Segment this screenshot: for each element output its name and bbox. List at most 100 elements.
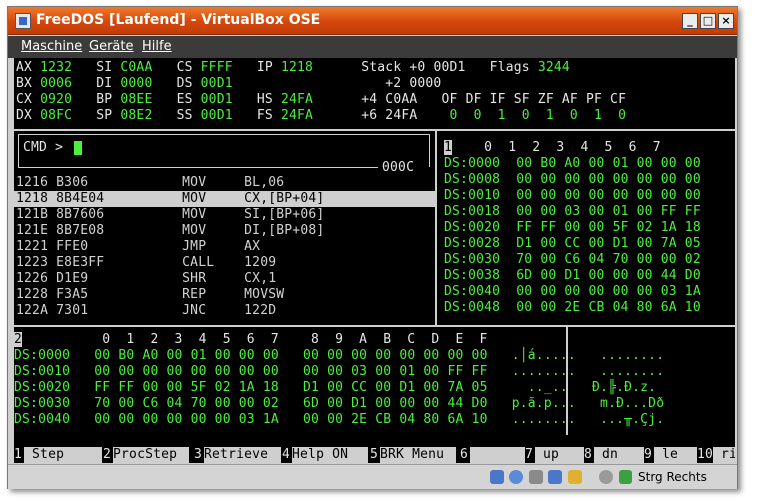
dump-address: DS:0020 [14,380,71,395]
disasm-args: BL,06 [244,175,285,190]
disasm-row[interactable]: 121B 8B7606 MOV SI,[BP+06] [16,207,324,223]
network-icon[interactable] [548,470,562,484]
fkey-8-button[interactable]: dn [594,447,644,463]
dump1-row[interactable]: DS:0030 70 00 C6 04 70 00 00 02 [444,252,701,268]
register-fv: 3244 [537,60,570,75]
dump-ascii-lo: .._.. [503,380,568,395]
maximize-icon[interactable]: □ [700,13,716,29]
fkey-7-button[interactable]: up [535,447,585,463]
disasm-args: SI,[BP+06] [244,207,325,222]
register-m1: SP [72,108,121,123]
vm-display[interactable]: AX 1232 SI C0AA CS FFFF IP 1218 Stack +0… [14,58,735,463]
fkey-4-button[interactable]: Help ON [292,447,368,463]
register-stk: +4 C0AA [313,92,418,107]
dump1-row[interactable]: DS:0028 D1 00 CC 00 D1 00 7A 05 [444,236,701,252]
dump-bytes-lo: 70 00 C6 04 70 00 00 02 [94,396,279,411]
fkey-5-button[interactable]: BRK Menu [380,447,456,463]
dump-ascii-lo: p.ã.p... [503,396,576,411]
register-v1: 08E2 [120,108,153,123]
dump-address: DS:0008 [444,172,501,187]
dump-ascii-lo: .│á..... [503,348,576,363]
dump-ascii-hi: m.Ð...Dð [575,396,665,411]
minimize-icon[interactable]: _ [682,13,698,29]
hard-disk-icon[interactable] [490,470,504,484]
dump-bytes-hi: 00 00 03 00 01 00 FF FF [303,364,488,379]
register-m1: DI [72,76,121,91]
dump-column-header: 0 1 2 3 4 5 6 7 [452,140,661,155]
disasm-bytes: D1E9 [56,271,89,286]
disasm-row[interactable]: 1218 8B4E04 MOV CX,[BP+04] [16,191,324,207]
dump1-row[interactable]: DS:0008 00 00 00 00 00 00 00 00 [444,172,701,188]
floppy-icon[interactable] [529,470,543,484]
dump2-row[interactable]: DS:0000 00 B0 A0 00 01 00 00 00 00 00 00… [14,348,664,364]
menu-maschine[interactable]: Maschine [21,39,82,54]
register-pre: BX [16,76,41,91]
dump2-row[interactable]: DS:0010 00 00 00 00 00 00 00 00 00 00 03… [14,364,664,380]
shared-folder-icon[interactable] [568,470,582,484]
disasm-address: 1226 [16,271,49,286]
disasm-row[interactable]: 1223 E8E3FF CALL 1209 [16,255,276,271]
register-val: 1232 [40,60,73,75]
register-stk: Stack +0 00D1 [313,60,466,75]
register-row: AX 1232 SI C0AA CS FFFF IP 1218 Stack +0… [16,60,570,76]
dump-address: DS:0048 [444,300,501,315]
virtualbox-window: FreeDOS [Laufend] - VirtualBox OSE _ □ ×… [7,6,738,489]
dump1-header: 1 0 1 2 3 4 5 6 7 [444,140,661,156]
dump-bytes: 00 00 00 00 00 00 03 1A [516,284,701,299]
fkey-9-button[interactable]: le [654,447,700,463]
disasm-opcode: REP [182,287,207,302]
disasm-row[interactable]: 121E 8B7E08 MOV DI,[BP+08] [16,223,324,239]
fkey-2-button[interactable]: ProcStep [113,447,189,463]
dump-ascii-hi: ........ [575,348,665,363]
fkey-3-button[interactable]: Retrieve [204,447,281,463]
register-v3: 1218 [280,60,314,75]
dump-bytes-lo: 00 B0 A0 00 01 00 00 00 [94,348,279,363]
register-fl: OF DF IF SF ZF AF PF CF [417,92,627,107]
disasm-bytes: B306 [56,175,89,190]
dump1-row[interactable]: DS:0010 00 00 00 00 00 00 00 00 [444,188,701,204]
dump1-row[interactable]: DS:0048 00 00 2E CB 04 80 6A 10 [444,300,701,316]
dump1-row[interactable]: DS:0038 6D 00 D1 00 00 00 44 D0 [444,268,701,284]
title-bar[interactable]: FreeDOS [Laufend] - VirtualBox OSE _ □ × [8,7,737,35]
dump2-row[interactable]: DS:0020 FF FF 00 00 5F 02 1A 18 D1 00 CC… [14,380,656,396]
dump-ascii-lo: ........ [503,364,576,379]
disasm-bytes: FFE0 [56,239,89,254]
register-m2: CS [152,60,201,75]
close-icon[interactable]: × [718,13,734,29]
dump-bytes: 00 00 00 00 00 00 00 00 [516,172,701,187]
dump-address: DS:0028 [444,236,501,251]
dump-address: DS:0000 [14,348,71,363]
fkey-1-button[interactable]: Step [24,447,102,463]
dump-window-number: 1 [444,140,453,155]
cd-icon[interactable] [509,470,523,484]
dump2-header: 2 0 1 2 3 4 5 6 7 8 9 A B C D E F [14,332,488,348]
disasm-args: AX [244,239,261,254]
disasm-row[interactable]: 1221 FFE0 JMP AX [16,239,260,255]
dump1-row[interactable]: DS:0018 00 00 03 00 01 00 FF FF [444,204,701,220]
dump-bytes-hi: 00 00 00 00 00 00 00 00 [303,348,488,363]
disasm-opcode: JNC [182,303,207,318]
menu-geraete[interactable]: Geräte [89,39,133,54]
mouse-integration-icon[interactable] [599,470,613,484]
disasm-row[interactable]: 122A 7301 JNC 122D [16,303,276,319]
disasm-row[interactable]: 1226 D1E9 SHR CX,1 [16,271,276,287]
dump2-row[interactable]: DS:0030 70 00 C6 04 70 00 00 02 6D 00 D1… [14,396,664,412]
fkey-10-button[interactable]: ri [713,447,735,463]
dump-bytes: 6D 00 D1 00 00 00 44 D0 [516,268,701,283]
disasm-bytes: E8E3FF [56,255,105,270]
dump-ascii-hi: Ð.╠.Ð.z. [567,380,657,395]
disasm-address: 1221 [16,239,49,254]
dump-bytes-hi: 00 00 2E CB 04 80 6A 10 [303,412,488,427]
dump2-row[interactable]: DS:0040 00 00 00 00 00 00 03 1A 00 00 2E… [14,412,664,428]
fkey-6-button[interactable] [470,447,530,463]
dump1-row[interactable]: DS:0000 00 B0 A0 00 01 00 00 00 [444,156,701,172]
window-title: FreeDOS [Laufend] - VirtualBox OSE [36,12,321,28]
disasm-row[interactable]: 1228 F3A5 REP MOVSW [16,287,284,303]
register-v1: C0AA [120,60,153,75]
host-key-icon [619,470,632,484]
cmd-cursor[interactable] [74,141,82,155]
menu-hilfe[interactable]: Hilfe [142,39,172,54]
disasm-row[interactable]: 1216 B306 MOV BL,06 [16,175,284,191]
dump1-row[interactable]: DS:0020 FF FF 00 00 5F 02 1A 18 [444,220,701,236]
dump1-row[interactable]: DS:0040 00 00 00 00 00 00 03 1A [444,284,701,300]
